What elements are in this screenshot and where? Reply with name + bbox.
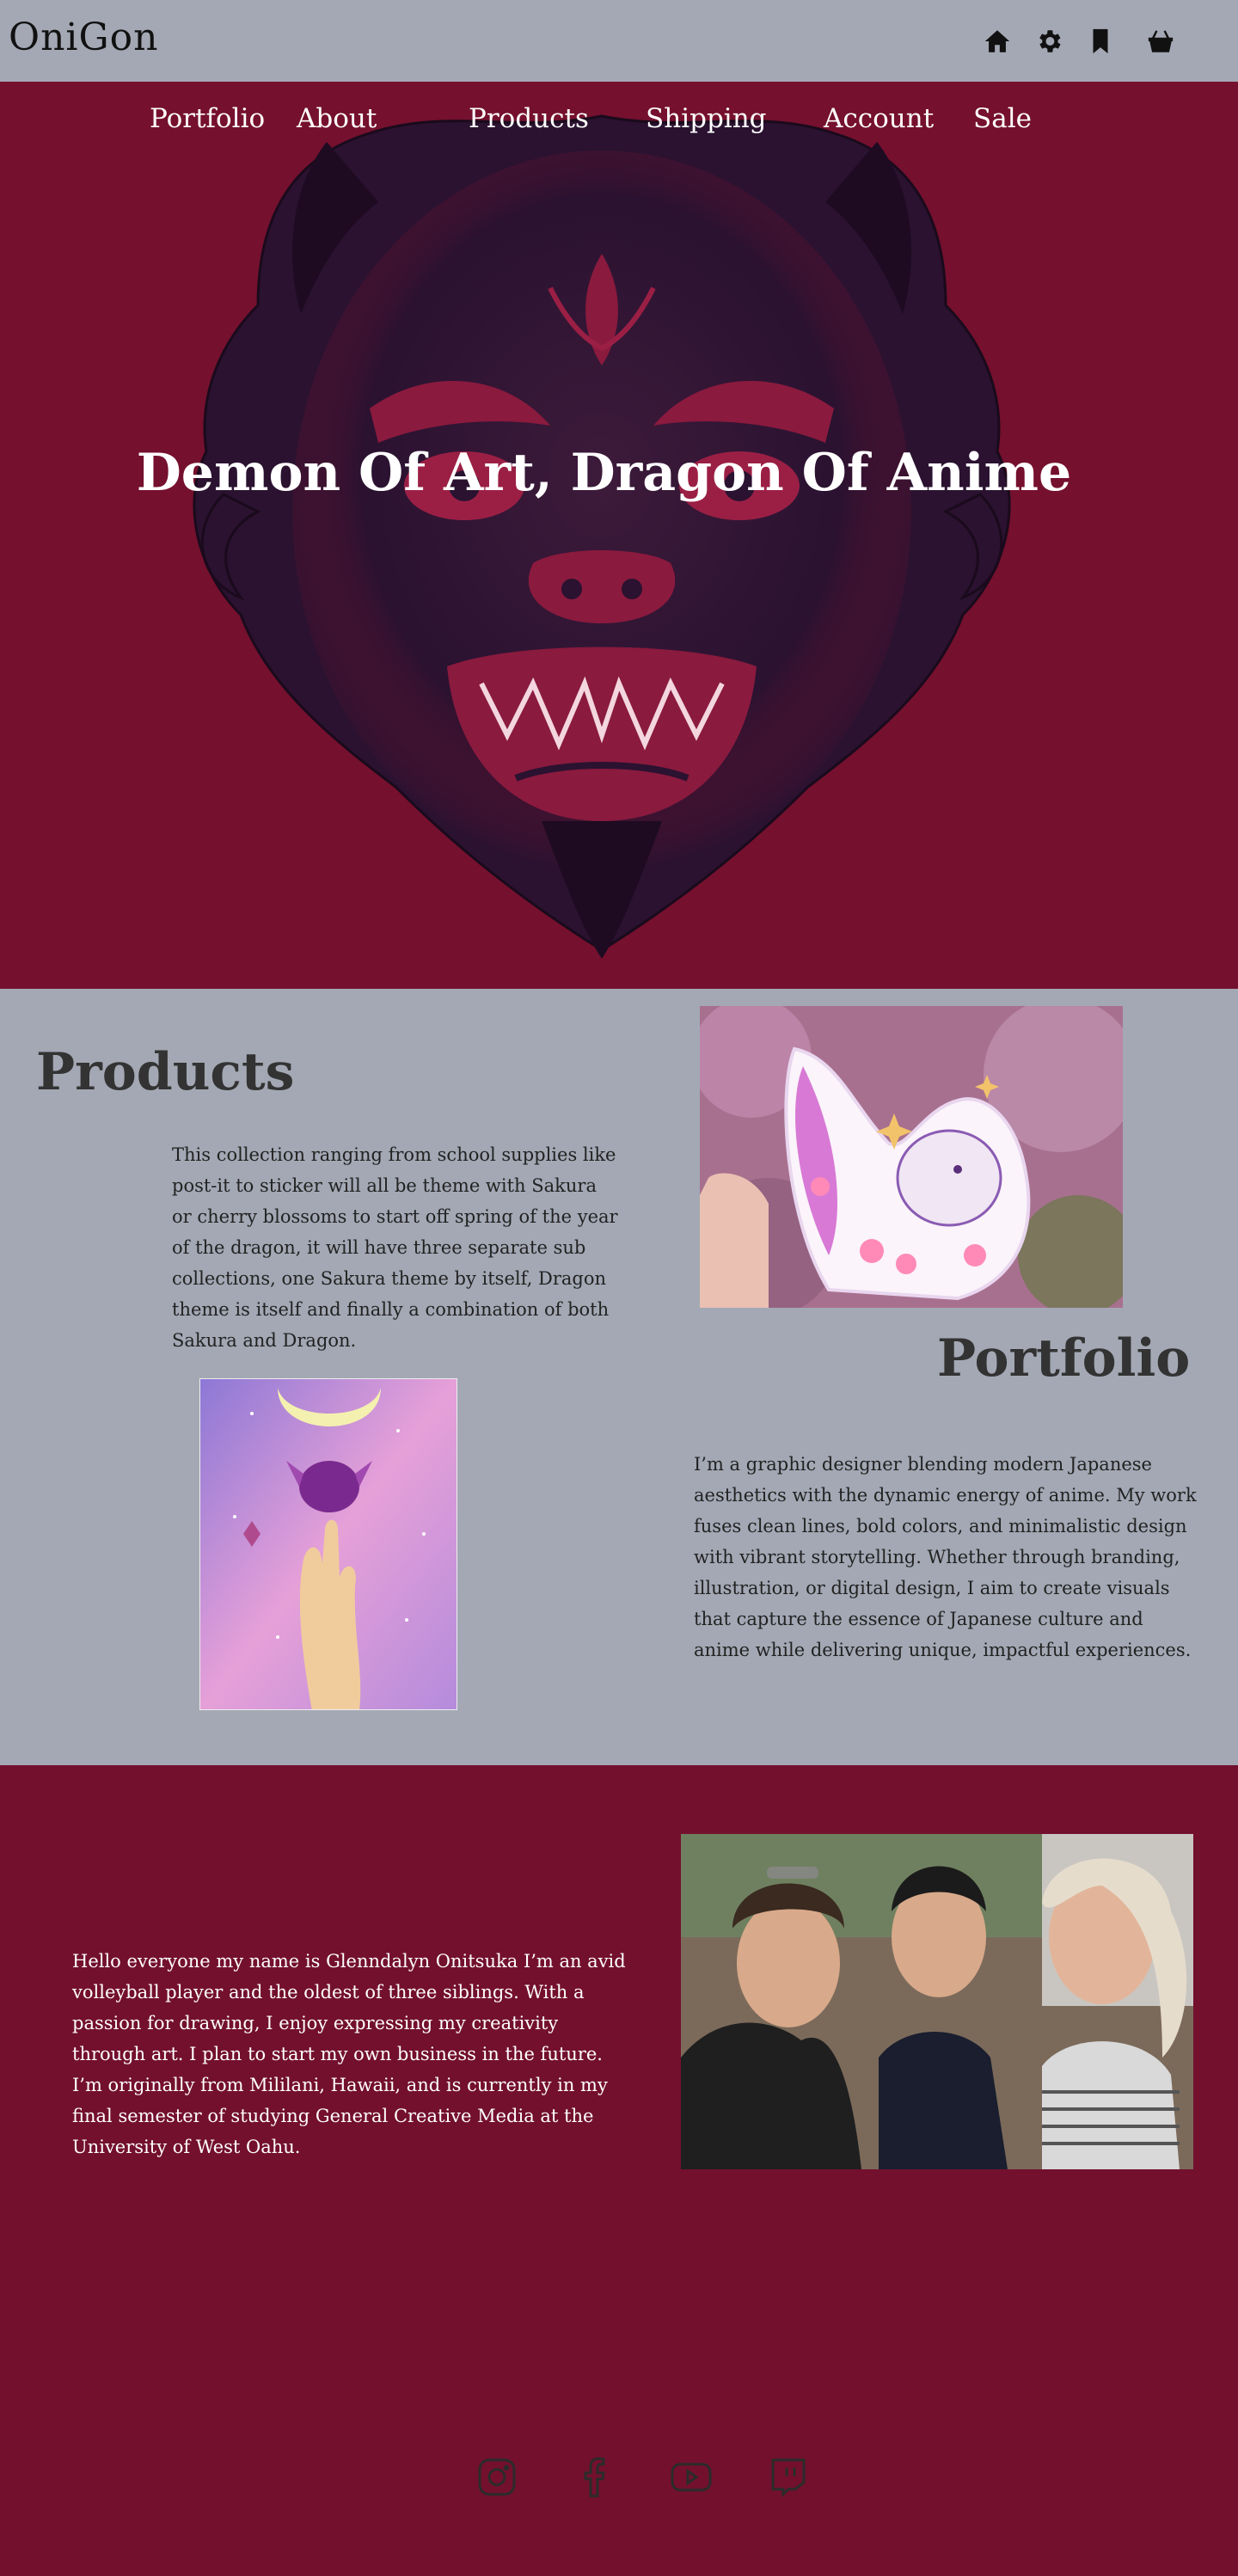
instagram-icon[interactable]: [473, 2453, 521, 2501]
dragon-sticker-image: [700, 1006, 1123, 1308]
dragon-mask-illustration: [193, 114, 1011, 959]
nav-sale[interactable]: Sale: [973, 103, 1032, 134]
about-description: Hello everyone my name is Glenndalyn Oni…: [72, 1951, 626, 2157]
social-links: [0, 2453, 1238, 2505]
products-heading: Products: [36, 1042, 295, 1102]
about-section: Hello everyone my name is Glenndalyn Oni…: [0, 1765, 1238, 2576]
nav-products[interactable]: Products: [469, 103, 589, 134]
basket-icon[interactable]: [1143, 24, 1178, 58]
moon-hand-artwork-image: [199, 1378, 457, 1710]
group-photo: [681, 1834, 1193, 2169]
products-portfolio-section: Products This collection ranging from sc…: [0, 989, 1238, 1765]
portfolio-heading: Portfolio: [937, 1328, 1191, 1389]
hero-section: Portfolio About Products Shipping Accoun…: [0, 82, 1238, 989]
nav-shipping[interactable]: Shipping: [646, 103, 767, 134]
portfolio-description: I’m a graphic designer blending modern J…: [694, 1454, 1197, 1660]
top-bar: OniGon: [0, 0, 1238, 82]
home-icon[interactable]: [980, 24, 1014, 58]
twitch-icon[interactable]: [764, 2453, 812, 2501]
main-nav: Portfolio About Products Shipping Accoun…: [0, 103, 1238, 146]
top-icon-group: [963, 24, 1178, 58]
nav-account[interactable]: Account: [824, 103, 934, 134]
products-description: This collection ranging from school supp…: [172, 1144, 618, 1351]
facebook-icon[interactable]: [570, 2453, 618, 2501]
bookmark-icon[interactable]: [1083, 24, 1118, 58]
youtube-icon[interactable]: [667, 2453, 715, 2501]
nav-about[interactable]: About: [297, 103, 377, 134]
gear-icon[interactable]: [1032, 24, 1066, 58]
hero-title: Demon Of Art, Dragon Of Anime: [136, 443, 1072, 503]
site-logo[interactable]: OniGon: [9, 15, 158, 59]
nav-portfolio[interactable]: Portfolio: [150, 103, 265, 134]
